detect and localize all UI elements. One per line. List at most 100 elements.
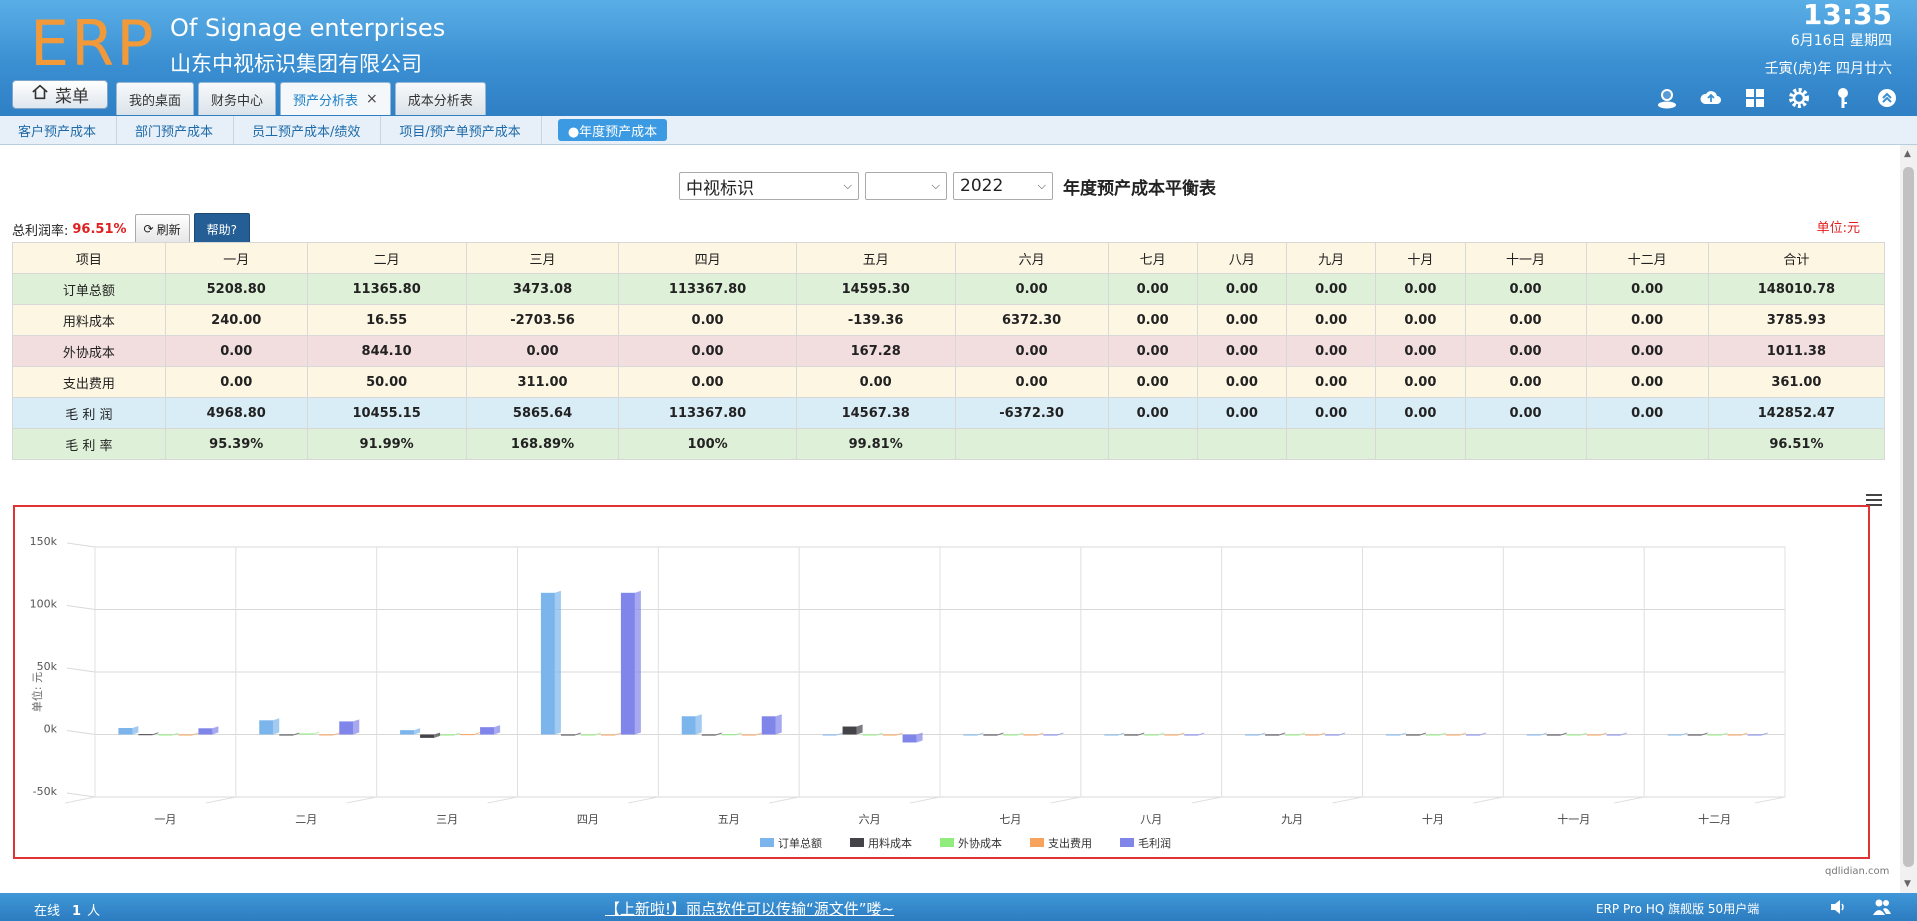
- category-divider-foot: [628, 796, 659, 804]
- subnav-annual-cost[interactable]: ●年度预产成本: [557, 119, 668, 141]
- chart-bar-side: [916, 732, 923, 743]
- chart-credit[interactable]: qdlidian.com: [1825, 866, 1889, 877]
- tab-preproduction-analysis[interactable]: 预产分析表 ×: [280, 82, 391, 115]
- table-cell: 14595.30: [795, 273, 956, 305]
- subnav-project-cost[interactable]: 项目/预产单预产成本: [381, 116, 542, 144]
- table-cell: 0.00: [1464, 366, 1587, 398]
- table-cell: 0.00: [1585, 397, 1709, 429]
- unit-label: 单位:元: [1816, 221, 1860, 236]
- x-tick-label: 十一月: [1557, 812, 1590, 826]
- table-cell: 4968.80: [164, 397, 308, 429]
- table-cell: 167.28: [795, 335, 956, 367]
- row-label: 支出费用: [12, 366, 166, 398]
- table-cell: 0.00: [954, 366, 1109, 398]
- key-icon[interactable]: [1831, 86, 1855, 110]
- scrollbar-thumb[interactable]: [1903, 167, 1914, 867]
- main-menu-button[interactable]: 菜单: [12, 80, 108, 109]
- settings-gear-icon[interactable]: [1787, 86, 1811, 110]
- close-icon[interactable]: ×: [366, 91, 378, 107]
- table-cell: 1011.38: [1707, 335, 1886, 367]
- refresh-button[interactable]: ⟳ 刷新: [134, 214, 190, 244]
- monthly-cost-chart: 150k 100k 50k 0k -50k 单位: 元一月 二月 三月 四月 五月 六月 七月 八月 九月…: [30, 535, 1786, 850]
- table-cell: 5865.64: [465, 397, 620, 429]
- chart-bar: [701, 734, 716, 736]
- table-cell: 10455.15: [306, 397, 467, 429]
- table-cell: 113367.80: [618, 397, 797, 429]
- y-axis-title: 单位: 元: [30, 672, 44, 712]
- table-cell: 100%: [618, 428, 797, 460]
- year-select[interactable]: 2022 ⌵: [953, 172, 1053, 200]
- chart-bar: [1687, 734, 1702, 736]
- scroll-up-icon[interactable]: ▲: [1904, 149, 1911, 159]
- chart-bar-side: [695, 714, 702, 735]
- apps-grid-icon[interactable]: [1743, 86, 1767, 110]
- table-cell: 0.00: [1196, 335, 1288, 367]
- category-divider-foot: [769, 796, 800, 804]
- legend-item: 支出费用: [1048, 836, 1092, 850]
- table-cell: 0.00: [1585, 335, 1709, 367]
- chart-bar: [761, 716, 776, 735]
- chart-bar: [480, 727, 495, 735]
- vertical-scrollbar[interactable]: ▲ ▼: [1900, 145, 1917, 893]
- chart-bar: [1667, 734, 1682, 736]
- y-tick-label: 0k: [44, 723, 58, 736]
- chart-bar-side: [634, 590, 641, 735]
- chart-bar: [138, 734, 153, 736]
- x-tick-label: 十二月: [1698, 812, 1731, 826]
- company-select-value: 中视标识: [686, 178, 754, 199]
- company-name-cn: 山东中视标识集团有限公司: [170, 52, 422, 76]
- cost-balance-table: 项目 一月 二月 三月 四月 五月 六月 七月 八月 九月 十月 十一月 十二月 合计 订单总额 5208.…: [12, 242, 1886, 460]
- category-divider-foot: [1473, 796, 1504, 804]
- company-name-en: Of Signage enterprises: [170, 14, 446, 42]
- cloud-upload-icon[interactable]: [1699, 86, 1723, 110]
- chart-bar: [460, 734, 475, 736]
- company-select[interactable]: 中视标识 ⌵: [679, 172, 859, 200]
- row-label: 用料成本: [12, 304, 166, 336]
- table-cell: 0.00: [1285, 304, 1377, 336]
- refresh-icon: ⟳: [143, 222, 154, 236]
- table-cell: 0.00: [1196, 397, 1288, 429]
- table-cell: 0.00: [1285, 397, 1377, 429]
- table-header-cell: 二月: [306, 242, 467, 274]
- online-count: 1: [72, 904, 82, 919]
- tab-my-desktop[interactable]: 我的桌面: [116, 82, 195, 115]
- table-cell: [1107, 428, 1198, 460]
- table-cell: 0.00: [1375, 273, 1466, 305]
- gridline-tick: [66, 730, 96, 735]
- tab-finance-center[interactable]: 财务中心: [198, 82, 277, 115]
- subnav-customer-cost[interactable]: 客户预产成本: [0, 116, 118, 144]
- x-tick-label: 三月: [436, 813, 458, 826]
- collapse-up-icon[interactable]: [1875, 86, 1899, 110]
- table-cell: 0.00: [1464, 397, 1587, 429]
- gridline-tick: [66, 542, 96, 548]
- table-cell: 3473.08: [465, 273, 620, 305]
- report-filters: 中视标识 ⌵ ⌵ 2022 ⌵ 年度预产成本平衡表: [679, 172, 1216, 200]
- period-select[interactable]: ⌵: [865, 172, 947, 200]
- erp-logo: ERP: [30, 7, 156, 80]
- row-label: 订单总额: [12, 273, 166, 305]
- users-icon[interactable]: [1872, 897, 1892, 917]
- gridline-tick: [66, 792, 96, 798]
- table-cell: 99.81%: [795, 428, 956, 460]
- speaker-icon[interactable]: [1828, 897, 1848, 917]
- category-divider-foot: [1754, 796, 1786, 804]
- table-cell: 0.00: [1585, 366, 1709, 398]
- subnav-department-cost[interactable]: 部门预产成本: [117, 116, 235, 144]
- table-cell: 113367.80: [618, 273, 797, 305]
- table-cell: 0.00: [1285, 335, 1377, 367]
- user-status-icon[interactable]: [1655, 86, 1679, 110]
- news-link[interactable]: 【上新啦!】丽点软件可以传输“源文件”喽~: [605, 898, 894, 919]
- x-tick-label: 六月: [859, 813, 881, 826]
- table-cell: 95.39%: [164, 428, 308, 460]
- chart-bar: [1164, 734, 1179, 736]
- toolbar-icons: [1655, 86, 1899, 110]
- tab-cost-analysis[interactable]: 成本分析表: [394, 82, 486, 115]
- scroll-down-icon[interactable]: ▼: [1904, 879, 1911, 889]
- table-cell: 168.89%: [465, 428, 620, 460]
- chart-bar: [862, 734, 877, 736]
- help-button[interactable]: 帮助?: [193, 213, 250, 245]
- refresh-label: 刷新: [156, 222, 181, 237]
- table-cell: 0.00: [1375, 397, 1466, 429]
- subnav-employee-cost[interactable]: 员工预产成本/绩效: [234, 116, 382, 144]
- table-cell: 311.00: [465, 366, 620, 398]
